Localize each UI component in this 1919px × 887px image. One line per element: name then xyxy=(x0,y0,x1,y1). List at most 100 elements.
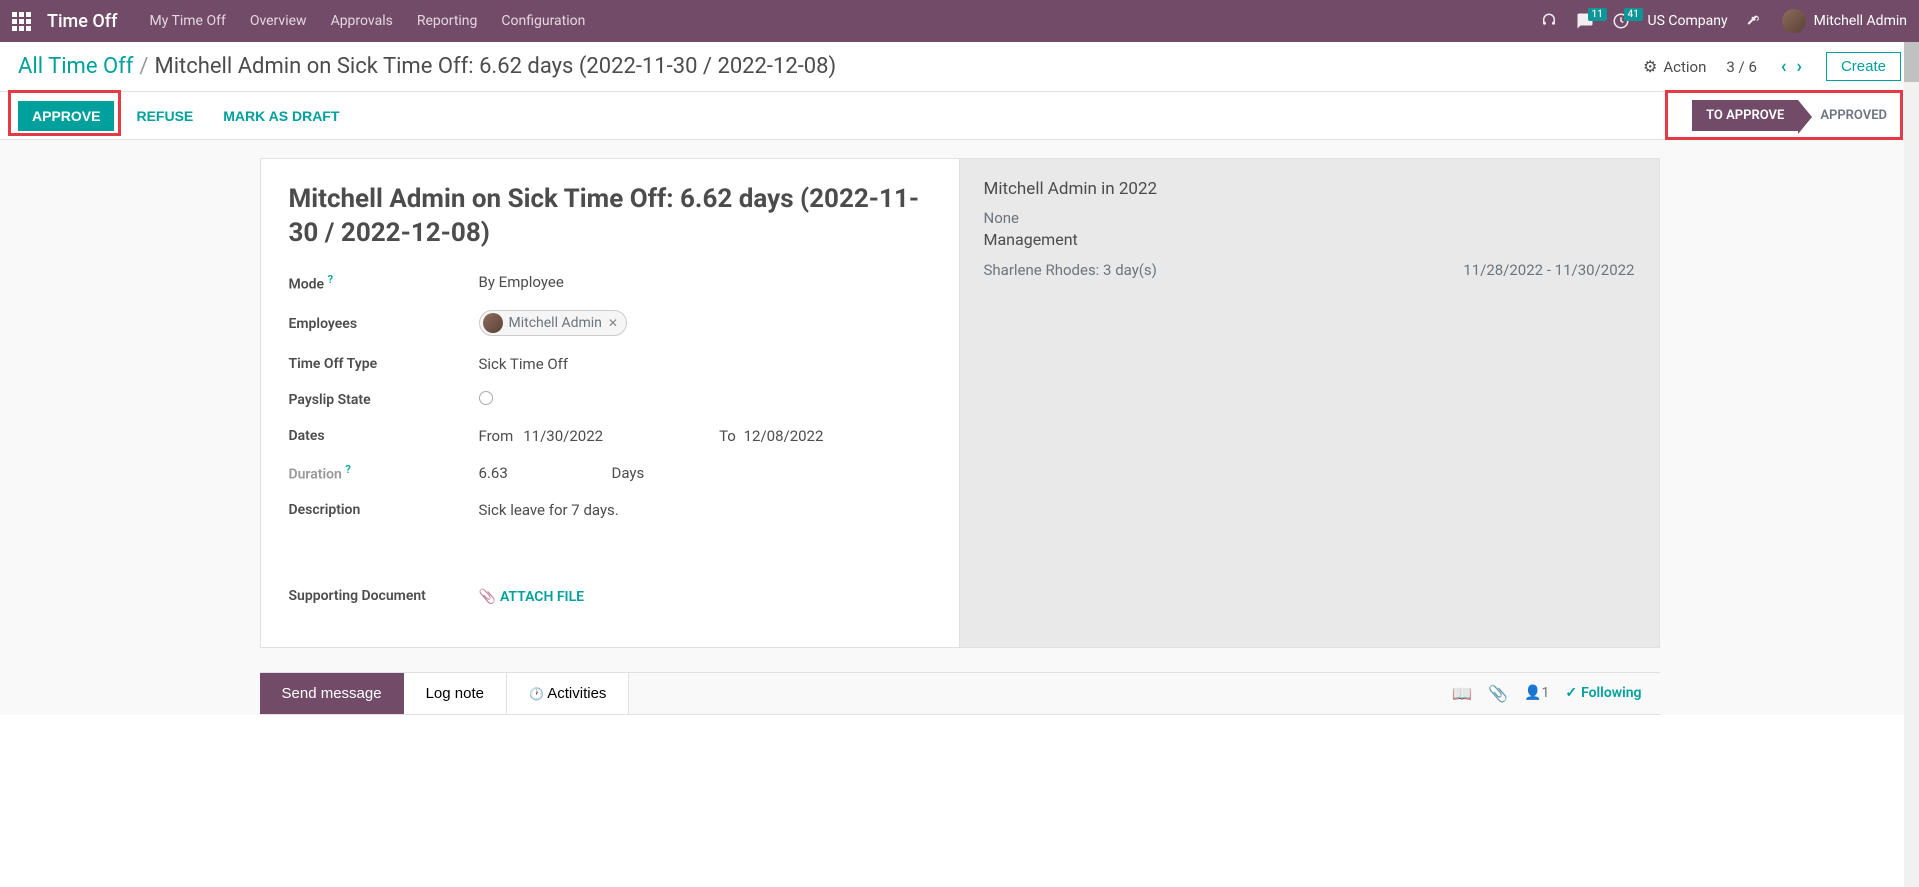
phone-icon[interactable] xyxy=(1540,12,1558,30)
attach-file-button[interactable]: ATTACH FILE xyxy=(479,589,585,605)
field-payslip: Payslip State xyxy=(289,391,931,409)
type-label: Time Off Type xyxy=(289,356,479,372)
gear-icon xyxy=(1643,57,1657,76)
followers-count[interactable]: 👤1 xyxy=(1524,685,1549,701)
description-value: Sick leave for 7 days. xyxy=(479,501,619,519)
right-panel-group: Management xyxy=(984,230,1635,249)
status-bar: TO APPROVE APPROVED xyxy=(1692,100,1901,131)
action-dropdown[interactable]: Action xyxy=(1643,57,1706,76)
date-from-value: 11/30/2022 xyxy=(523,427,603,445)
breadcrumb-root[interactable]: All Time Off xyxy=(18,54,133,79)
breadcrumb: All Time Off / Mitchell Admin on Sick Ti… xyxy=(18,54,836,79)
company-switcher[interactable]: US Company xyxy=(1648,13,1728,29)
create-button[interactable]: Create xyxy=(1826,52,1901,81)
dates-label: Dates xyxy=(289,428,479,444)
chat-icon[interactable]: 11 xyxy=(1576,12,1594,30)
user-name: Mitchell Admin xyxy=(1814,13,1907,29)
approve-button[interactable]: APPROVE xyxy=(18,101,114,131)
field-supporting: Supporting Document ATTACH FILE xyxy=(289,587,931,605)
employee-tag[interactable]: Mitchell Admin ✕ xyxy=(479,310,627,336)
pager-prev-icon[interactable]: ‹ xyxy=(1777,54,1791,79)
field-description: Description Sick leave for 7 days. xyxy=(289,501,931,519)
action-label: Action xyxy=(1663,58,1706,76)
pager-arrows: ‹ › xyxy=(1777,54,1806,79)
duration-value: 6.63 Days xyxy=(479,464,645,482)
breadcrumb-sep: / xyxy=(139,54,148,79)
status-approved[interactable]: APPROVED xyxy=(1798,100,1901,131)
avatar xyxy=(483,313,503,333)
right-panel-entry: Sharlene Rhodes: 3 day(s) 11/28/2022 - 1… xyxy=(984,261,1635,279)
chatter-right: 📖 📎 👤1 Following xyxy=(1452,684,1659,703)
form-right-panel: Mitchell Admin in 2022 None Management S… xyxy=(959,159,1659,647)
send-message-button[interactable]: Send message xyxy=(260,673,404,714)
field-duration: Duration ? 6.63 Days xyxy=(289,463,931,483)
form-left: Mitchell Admin on Sick Time Off: 6.62 da… xyxy=(261,159,959,647)
payslip-value xyxy=(479,391,493,409)
nav-menu-configuration[interactable]: Configuration xyxy=(501,13,585,29)
pager-next-icon[interactable]: › xyxy=(1793,54,1806,79)
type-value: Sick Time Off xyxy=(479,355,569,373)
field-type: Time Off Type Sick Time Off xyxy=(289,355,931,373)
field-dates: Dates From 11/30/2022 To 12/08/2022 xyxy=(289,427,931,445)
date-to-value: 12/08/2022 xyxy=(744,427,824,445)
supporting-label: Supporting Document xyxy=(289,588,479,604)
description-label: Description xyxy=(289,502,479,518)
nav-menu-reporting[interactable]: Reporting xyxy=(417,13,478,29)
control-row: All Time Off / Mitchell Admin on Sick Ti… xyxy=(0,42,1919,92)
activity-badge: 41 xyxy=(1624,8,1643,21)
chatter-bar: Send message Log note Activities 📖 📎 👤1 … xyxy=(260,672,1660,715)
scrollbar-thumb[interactable] xyxy=(1904,42,1919,82)
payslip-radio-icon[interactable] xyxy=(479,391,493,405)
main-wrap: Mitchell Admin on Sick Time Off: 6.62 da… xyxy=(0,140,1919,715)
nav-menu-my-time-off[interactable]: My Time Off xyxy=(149,13,225,29)
remove-tag-icon[interactable]: ✕ xyxy=(608,316,618,330)
refuse-button[interactable]: REFUSE xyxy=(128,101,201,131)
avatar xyxy=(1782,9,1806,33)
tools-icon[interactable] xyxy=(1746,12,1764,30)
activities-button[interactable]: Activities xyxy=(507,673,629,714)
status-row: APPROVE REFUSE MARK AS DRAFT TO APPROVE … xyxy=(0,92,1919,140)
mark-draft-button[interactable]: MARK AS DRAFT xyxy=(215,101,347,131)
status-to-approve[interactable]: TO APPROVE xyxy=(1692,100,1798,131)
payslip-label: Payslip State xyxy=(289,392,479,408)
scrollbar[interactable] xyxy=(1904,42,1919,887)
app-title[interactable]: Time Off xyxy=(47,11,117,32)
top-nav: Time Off My Time Off Overview Approvals … xyxy=(0,0,1919,42)
form-title: Mitchell Admin on Sick Time Off: 6.62 da… xyxy=(289,183,931,251)
date-from-label: From xyxy=(479,427,514,445)
right-panel-none: None xyxy=(984,209,1635,227)
status-arrow: TO APPROVE APPROVED xyxy=(1692,100,1901,131)
mode-label: Mode ? xyxy=(289,273,479,293)
duration-label: Duration ? xyxy=(289,463,479,483)
nav-left: Time Off My Time Off Overview Approvals … xyxy=(12,11,585,32)
control-right: Action 3 / 6 ‹ › Create xyxy=(1643,52,1901,81)
form-card: Mitchell Admin on Sick Time Off: 6.62 da… xyxy=(260,158,1660,648)
following-button[interactable]: Following xyxy=(1565,685,1641,701)
supporting-value: ATTACH FILE xyxy=(479,587,585,605)
status-actions: APPROVE REFUSE MARK AS DRAFT xyxy=(18,101,347,131)
entry-dates: 11/28/2022 - 11/30/2022 xyxy=(1463,261,1634,279)
pager-counter[interactable]: 3 / 6 xyxy=(1726,58,1757,76)
attach-icon xyxy=(479,589,496,605)
duration-unit: Days xyxy=(611,464,644,482)
clock-icon xyxy=(529,685,547,702)
mode-value: By Employee xyxy=(479,273,564,291)
employee-tag-name: Mitchell Admin xyxy=(509,315,602,331)
entry-name: Sharlene Rhodes: 3 day(s) xyxy=(984,261,1157,279)
right-panel-title: Mitchell Admin in 2022 xyxy=(984,179,1635,199)
nav-menu-overview[interactable]: Overview xyxy=(250,13,307,29)
nav-right: 11 41 US Company Mitchell Admin xyxy=(1540,9,1907,33)
activity-icon[interactable]: 41 xyxy=(1612,12,1630,30)
employees-label: Employees xyxy=(289,316,479,332)
nav-menu-approvals[interactable]: Approvals xyxy=(331,13,393,29)
employees-value: Mitchell Admin ✕ xyxy=(479,310,627,337)
book-icon[interactable]: 📖 xyxy=(1452,684,1472,703)
help-icon[interactable]: ? xyxy=(328,273,333,286)
attachment-icon[interactable]: 📎 xyxy=(1488,684,1508,703)
nav-menu: My Time Off Overview Approvals Reporting… xyxy=(149,13,585,29)
log-note-button[interactable]: Log note xyxy=(404,673,507,714)
help-icon[interactable]: ? xyxy=(345,463,350,476)
user-menu[interactable]: Mitchell Admin xyxy=(1782,9,1907,33)
apps-icon[interactable] xyxy=(12,12,31,31)
dates-value: From 11/30/2022 To 12/08/2022 xyxy=(479,427,824,445)
